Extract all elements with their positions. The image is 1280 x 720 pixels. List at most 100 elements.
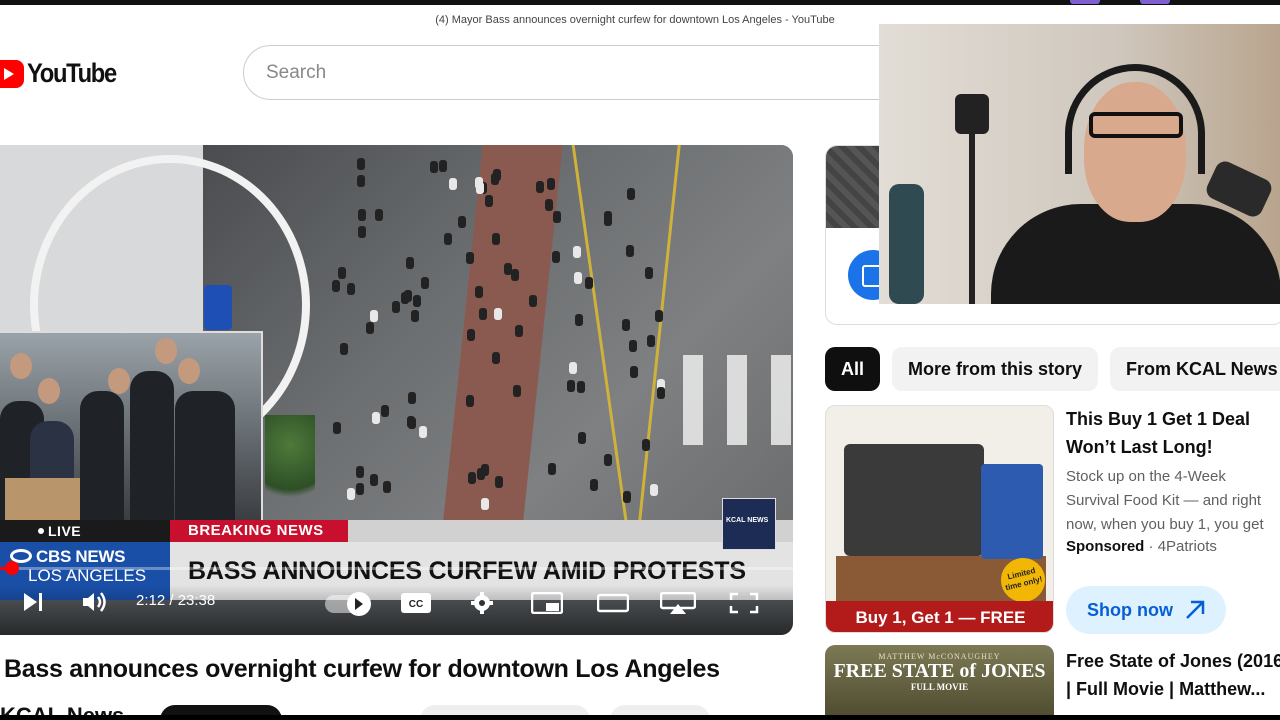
protester: [577, 431, 586, 444]
palm-tree: [265, 415, 315, 515]
press-conference-inset: [0, 331, 263, 523]
autoplay-toggle[interactable]: [325, 592, 371, 616]
protester: [355, 466, 364, 479]
protester: [576, 380, 585, 393]
live-dot-icon: [38, 528, 44, 534]
head: [155, 338, 177, 364]
lane-line: [571, 145, 628, 520]
ad-title[interactable]: This Buy 1 Get 1 Deal Won’t Last Long!: [1066, 405, 1276, 461]
protester: [410, 309, 419, 322]
theater-mode-icon[interactable]: [597, 592, 629, 614]
channel-name[interactable]: KCAL News: [0, 703, 124, 715]
protester: [622, 491, 631, 504]
video-title: Bass announces overnight curfew for down…: [4, 655, 720, 683]
protester: [621, 319, 630, 332]
share-button[interactable]: [610, 705, 710, 715]
car: [204, 285, 232, 330]
protester: [380, 404, 389, 417]
video-player[interactable]: LIVE BREAKING NEWS CBS NEWS LOS ANGELES …: [0, 145, 793, 635]
search-input[interactable]: Search: [243, 45, 883, 100]
airplay-icon[interactable]: [660, 592, 696, 614]
headline-text: BASS ANNOUNCES CURFEW AMID PROTESTS: [188, 557, 746, 585]
subscribe-button[interactable]: [160, 705, 282, 715]
chip-more-from-this-story[interactable]: More from this story: [892, 347, 1098, 391]
protester: [419, 425, 428, 438]
protester: [421, 276, 430, 289]
protester: [403, 290, 412, 303]
protester: [546, 177, 555, 190]
video-frame-building: [0, 145, 310, 455]
time-display: 2:12 / 23:38: [136, 592, 216, 609]
protester: [430, 160, 439, 173]
protester: [625, 245, 634, 258]
protester: [332, 422, 341, 435]
recommended-video-title[interactable]: Free State of Jones (2016 | Full Movie |…: [1066, 647, 1280, 703]
head: [38, 378, 60, 404]
breaking-news-label: BREAKING NEWS: [188, 522, 324, 539]
protester: [358, 208, 367, 221]
scrubber-knob[interactable]: [4, 561, 19, 575]
protester: [406, 256, 414, 269]
breaking-news-banner: BREAKING NEWS: [170, 520, 348, 542]
protester: [339, 343, 348, 356]
protester: [603, 214, 612, 227]
protester: [568, 361, 577, 374]
next-icon[interactable]: [22, 592, 44, 612]
ad-thumb-banner: Buy 1, Get 1 — FREE: [826, 601, 1053, 632]
storage-bin: [844, 444, 984, 556]
chip-all[interactable]: All: [825, 347, 880, 391]
like-dislike-button[interactable]: [420, 705, 590, 715]
shop-now-button[interactable]: Shop now: [1066, 586, 1226, 634]
rec-title-line-2: | Full Movie | Matthew...: [1066, 679, 1266, 699]
protester: [356, 483, 365, 496]
protester: [392, 300, 401, 313]
protester: [493, 307, 502, 320]
protester: [492, 232, 501, 245]
protester: [491, 351, 500, 364]
protester: [535, 181, 544, 194]
protester: [545, 198, 554, 211]
kcal-news-logo: KCAL NEWS: [722, 498, 776, 550]
captions-icon[interactable]: CC: [400, 592, 432, 614]
food-kit-box: [981, 464, 1043, 559]
ad-meta: Sponsored · 4Patriots: [1066, 538, 1217, 555]
svg-text:CC: CC: [409, 599, 423, 610]
protester: [649, 483, 658, 496]
protester: [551, 251, 560, 264]
protester: [547, 463, 556, 476]
menu-bar-indicator: [1070, 0, 1100, 4]
live-label: LIVE: [48, 523, 82, 539]
station-logo-text: KCAL NEWS: [726, 517, 769, 524]
recommended-video-thumbnail[interactable]: MATTHEW McCONAUGHEY FREE STATE of JONES …: [825, 645, 1054, 715]
protester: [448, 177, 457, 190]
protester: [629, 340, 637, 353]
protester: [514, 325, 523, 338]
protester: [475, 177, 484, 190]
sponsored-ad-thumbnail[interactable]: Limited time only! Buy 1, Get 1 — FREE: [825, 405, 1054, 633]
miniplayer-icon[interactable]: [531, 592, 563, 614]
progress-bar[interactable]: [0, 561, 793, 575]
protester: [476, 467, 485, 480]
protester: [332, 279, 341, 292]
protester: [585, 276, 594, 289]
chip-from-kcal-news[interactable]: From KCAL News: [1110, 347, 1280, 391]
page: (4) Mayor Bass announces overnight curfe…: [0, 0, 1280, 715]
live-strip: LIVE: [0, 520, 170, 542]
person: [175, 391, 235, 521]
protester: [589, 479, 598, 492]
protester: [465, 252, 474, 265]
volume-icon[interactable]: [82, 591, 108, 613]
youtube-logo[interactable]: YouTube: [0, 58, 128, 89]
rec-title-line-1: Free State of Jones (2016: [1066, 651, 1280, 671]
protester: [458, 216, 467, 229]
protester: [443, 233, 452, 246]
settings-gear-icon[interactable]: [466, 592, 498, 614]
protester: [646, 335, 655, 348]
advertiser-name: 4Patriots: [1157, 538, 1217, 555]
thumb-subtitle: FULL MOVIE: [910, 682, 969, 692]
protester: [371, 412, 380, 425]
protester: [484, 195, 493, 208]
protester: [629, 365, 638, 378]
webcam-plant: [889, 184, 924, 304]
fullscreen-icon[interactable]: [728, 592, 760, 614]
